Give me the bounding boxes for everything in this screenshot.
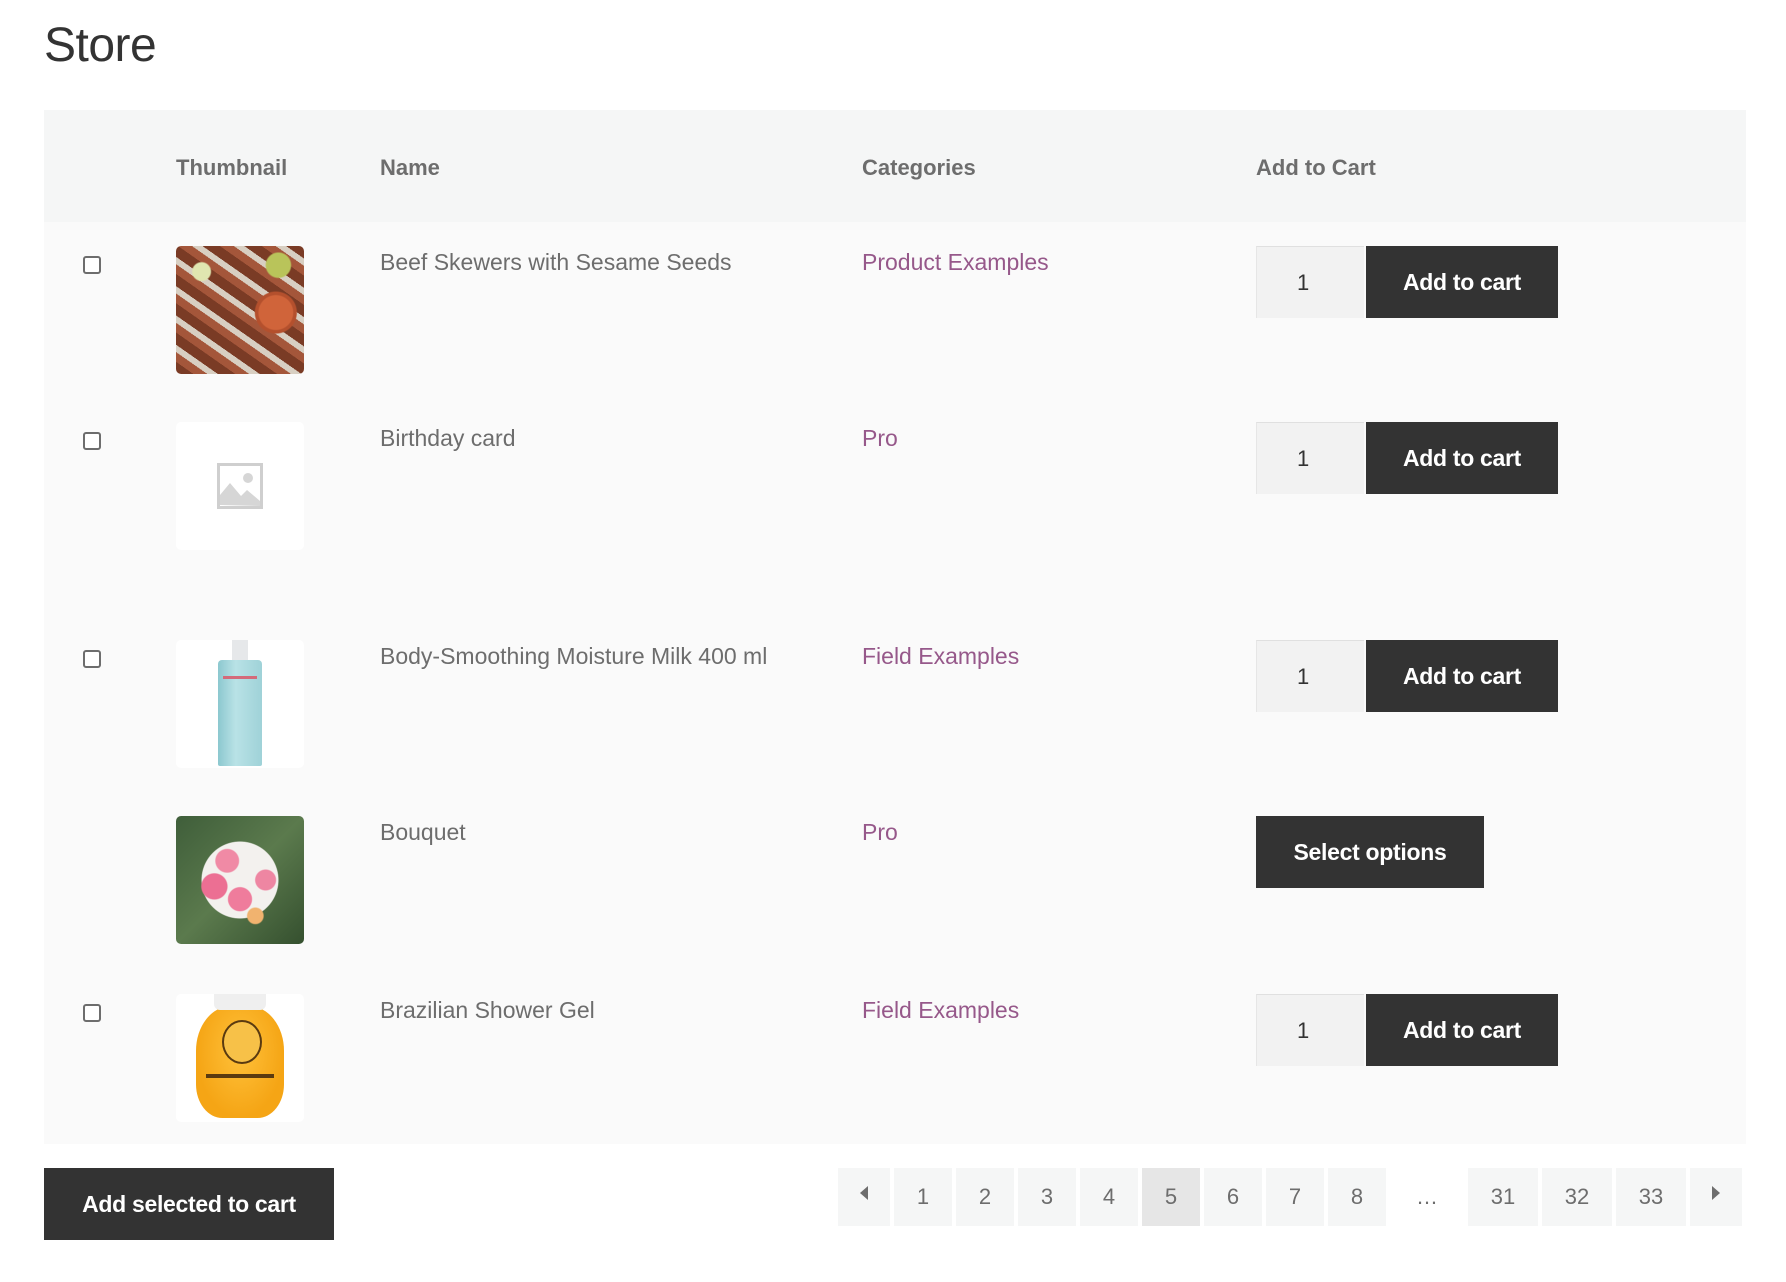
pagination: 1 2 3 4 5 6 7 8 … 31 32 33: [838, 1168, 1742, 1226]
category-link[interactable]: Field Examples: [862, 997, 1019, 1024]
moisture-milk-thumbnail[interactable]: [176, 640, 304, 768]
bottle-label: [206, 1074, 274, 1078]
placeholder-thumbnail[interactable]: [176, 422, 304, 550]
bouquet-thumbnail[interactable]: [176, 816, 304, 944]
quantity-input[interactable]: [1256, 640, 1364, 712]
quantity-input[interactable]: [1256, 246, 1364, 318]
bottle-logo: [222, 1020, 262, 1064]
product-name: Body-Smoothing Moisture Milk 400 ml: [380, 643, 768, 669]
page-8[interactable]: 8: [1328, 1168, 1386, 1226]
add-to-cart-button[interactable]: Add to cart: [1366, 994, 1558, 1066]
add-to-cart-button[interactable]: Add to cart: [1366, 422, 1558, 494]
product-table: Thumbnail Name Categories Add to Cart Be…: [44, 110, 1746, 1144]
table-row: Beef Skewers with Sesame Seeds Product E…: [44, 222, 1746, 398]
bottle-cap: [232, 640, 248, 662]
shower-gel-thumbnail[interactable]: [176, 994, 304, 1122]
category-link[interactable]: Field Examples: [862, 643, 1019, 670]
category-link[interactable]: Pro: [862, 425, 898, 452]
page-3[interactable]: 3: [1018, 1168, 1076, 1226]
select-checkbox[interactable]: [83, 650, 101, 668]
header-name: Name: [380, 155, 440, 180]
image-placeholder-icon: [217, 463, 263, 509]
product-name: Birthday card: [380, 425, 516, 451]
header-categories: Categories: [862, 155, 976, 180]
page-32[interactable]: 32: [1542, 1168, 1612, 1226]
table-row: Brazilian Shower Gel Field Examples Add …: [44, 970, 1746, 1144]
quantity-input[interactable]: [1256, 422, 1364, 494]
category-link[interactable]: Pro: [862, 819, 898, 846]
select-checkbox[interactable]: [83, 256, 101, 274]
page-5-current[interactable]: 5: [1142, 1168, 1200, 1226]
page-2[interactable]: 2: [956, 1168, 1014, 1226]
next-page-button[interactable]: [1690, 1168, 1742, 1226]
caret-right-icon: [1712, 1186, 1720, 1200]
table-row: Body-Smoothing Moisture Milk 400 ml Fiel…: [44, 616, 1746, 792]
category-link[interactable]: Product Examples: [862, 249, 1049, 276]
table-row: Bouquet Pro Select options: [44, 792, 1746, 970]
header-add-to-cart: Add to Cart: [1256, 155, 1376, 180]
previous-page-button[interactable]: [838, 1168, 890, 1226]
product-name: Brazilian Shower Gel: [380, 997, 595, 1023]
header-thumbnail: Thumbnail: [176, 155, 288, 180]
table-row: Birthday card Pro Add to cart: [44, 398, 1746, 616]
page-1[interactable]: 1: [894, 1168, 952, 1226]
product-name: Beef Skewers with Sesame Seeds: [380, 249, 732, 275]
select-options-button[interactable]: Select options: [1256, 816, 1484, 888]
page-7[interactable]: 7: [1266, 1168, 1324, 1226]
add-selected-to-cart-button[interactable]: Add selected to cart: [44, 1168, 334, 1240]
quantity-input[interactable]: [1256, 994, 1364, 1066]
add-to-cart-button[interactable]: Add to cart: [1366, 640, 1558, 712]
page-4[interactable]: 4: [1080, 1168, 1138, 1226]
beef-skewers-thumbnail[interactable]: [176, 246, 304, 374]
select-checkbox[interactable]: [83, 432, 101, 450]
table-header: Thumbnail Name Categories Add to Cart: [44, 110, 1746, 222]
page-6[interactable]: 6: [1204, 1168, 1262, 1226]
bottle-label: [223, 676, 257, 679]
bottle-cap: [214, 994, 266, 1010]
page-31[interactable]: 31: [1468, 1168, 1538, 1226]
select-checkbox[interactable]: [83, 1004, 101, 1022]
product-name: Bouquet: [380, 819, 466, 845]
add-to-cart-button[interactable]: Add to cart: [1366, 246, 1558, 318]
page-title: Store: [44, 19, 157, 72]
page-33[interactable]: 33: [1616, 1168, 1686, 1226]
pagination-ellipsis: …: [1416, 1184, 1438, 1209]
caret-left-icon: [860, 1186, 868, 1200]
